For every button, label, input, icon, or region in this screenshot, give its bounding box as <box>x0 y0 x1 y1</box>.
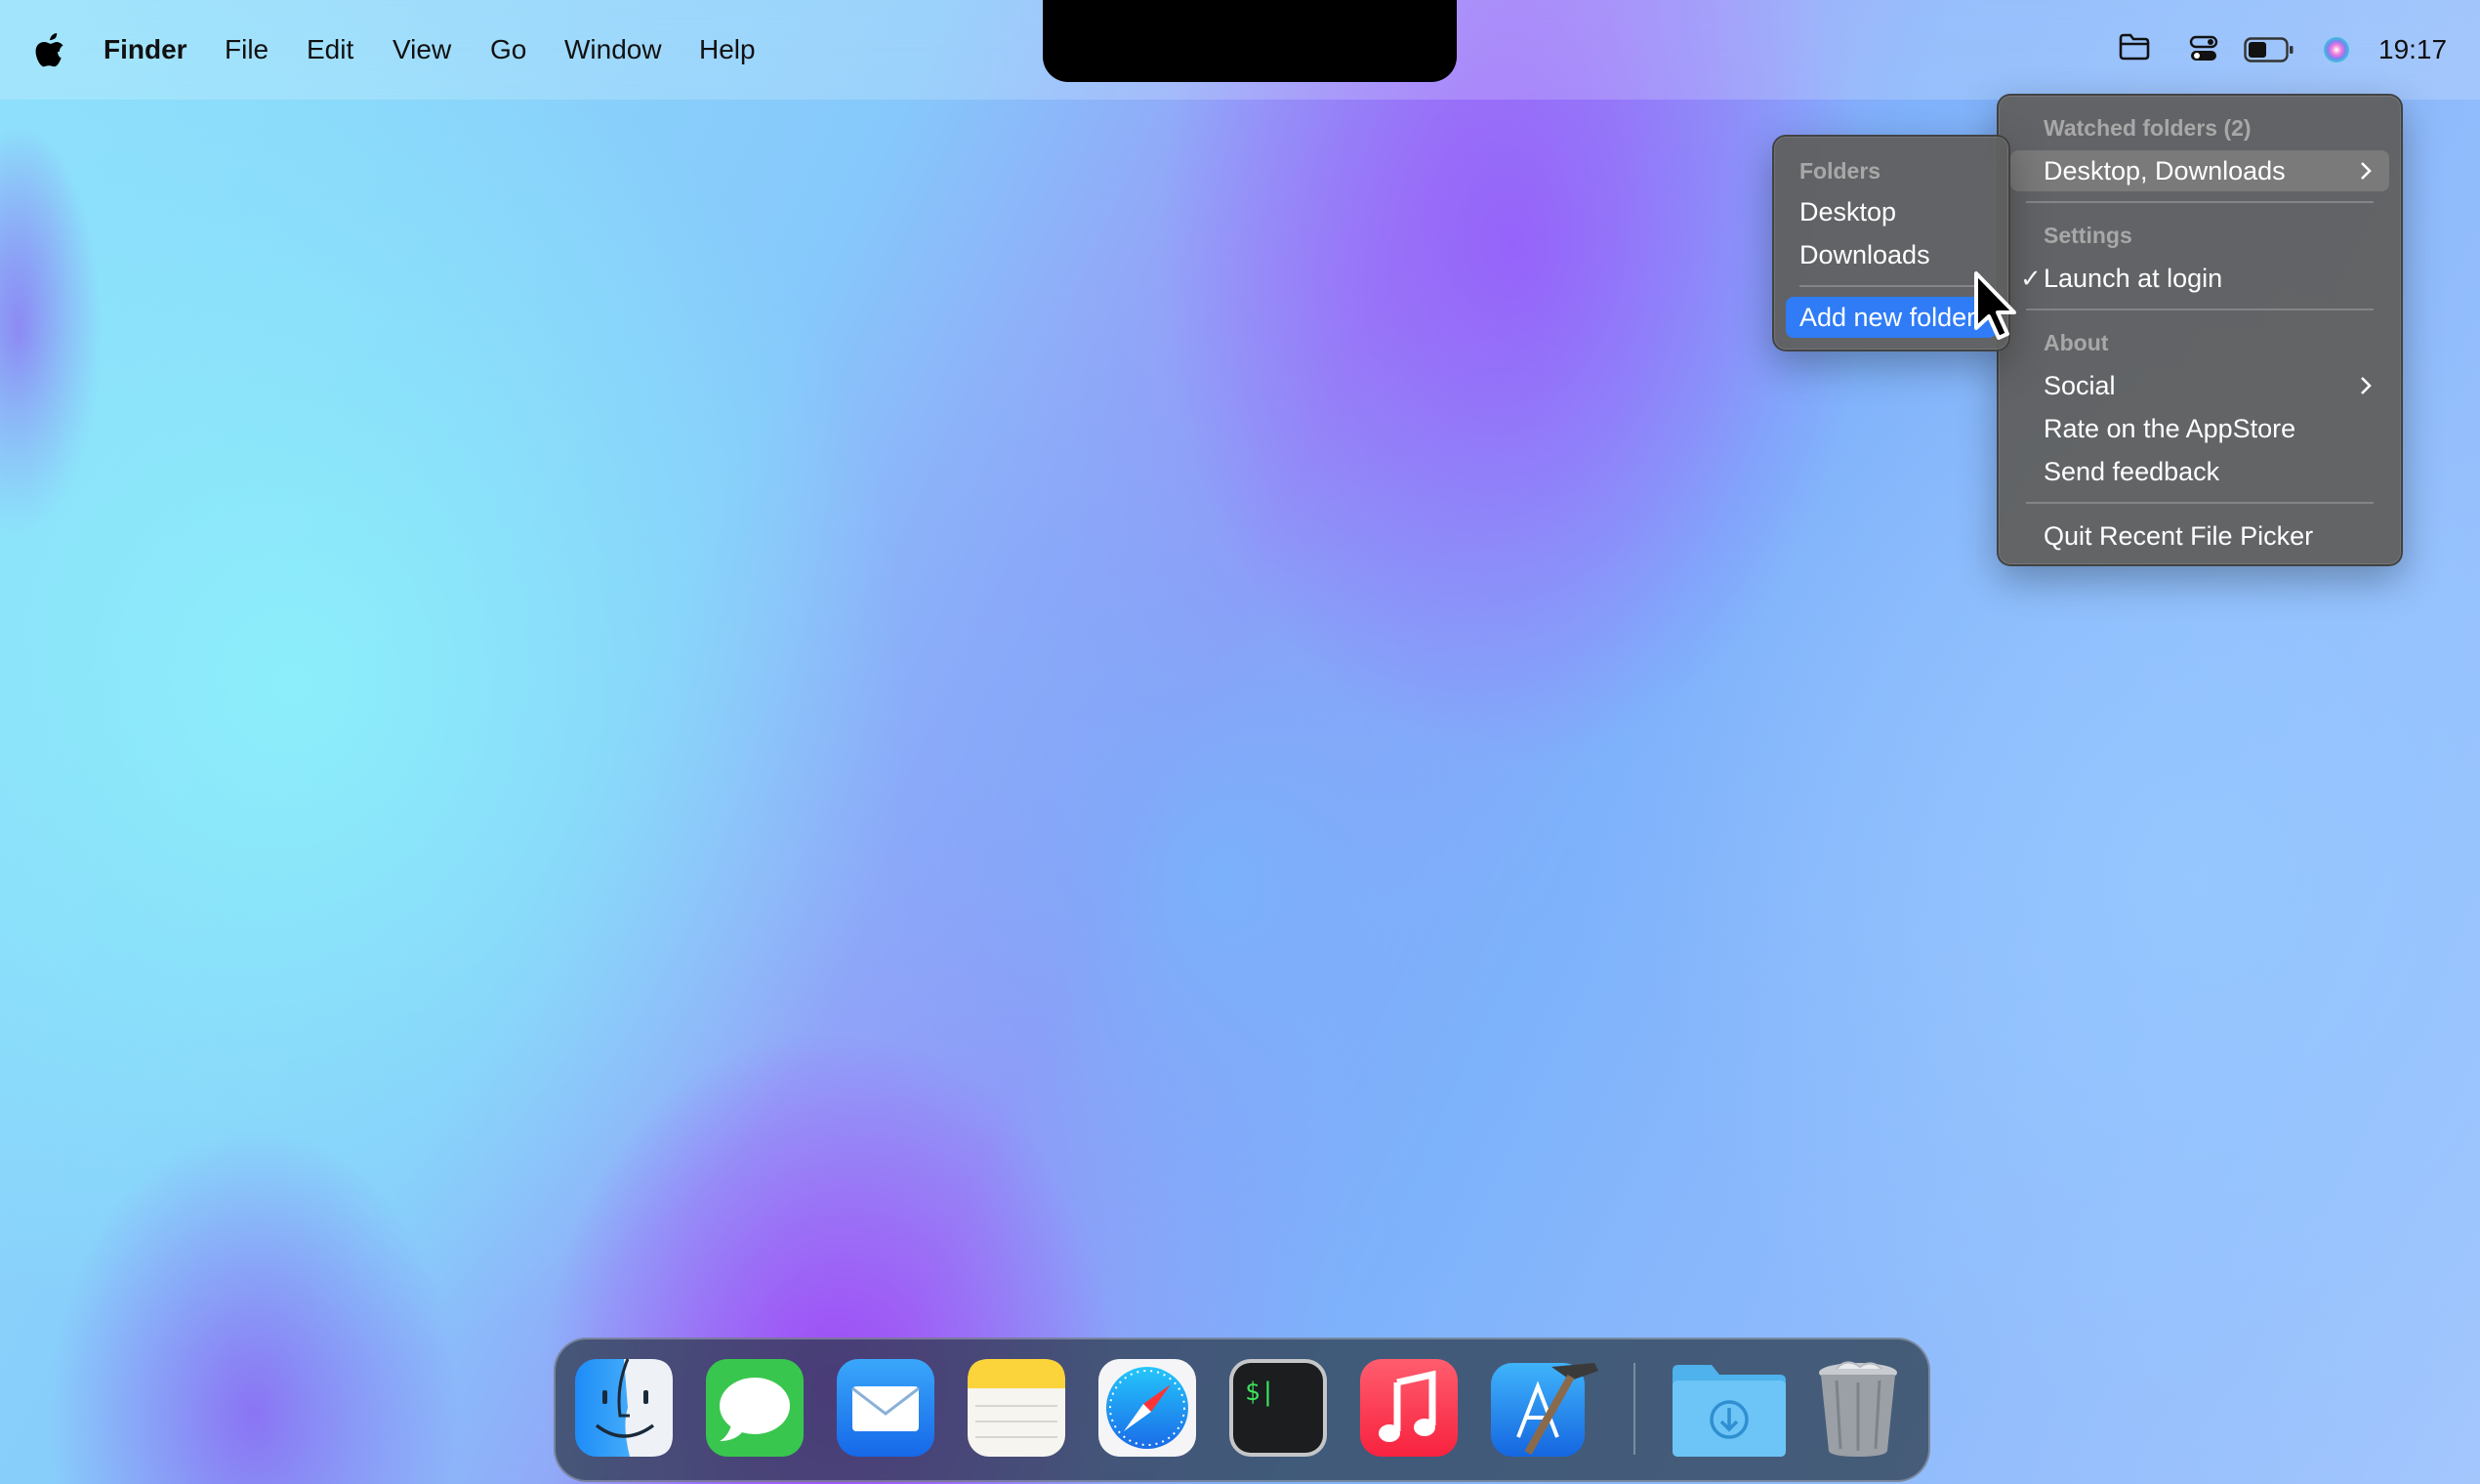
camera-notch <box>1043 0 1457 82</box>
send-feedback-label: Send feedback <box>2044 457 2220 486</box>
folder-item-desktop[interactable]: Desktop <box>1786 191 1997 232</box>
menu-view[interactable]: View <box>393 0 451 100</box>
about-header: About <box>2044 330 2109 355</box>
rate-appstore-label: Rate on the AppStore <box>2044 414 2296 443</box>
social-label: Social <box>2044 371 2116 400</box>
messages-app-icon[interactable] <box>704 1357 806 1459</box>
battery-icon[interactable] <box>2244 37 2294 62</box>
watched-folders-item[interactable]: Desktop, Downloads <box>2010 150 2389 191</box>
folder-item-downloads[interactable]: Downloads <box>1786 234 1997 275</box>
safari-app-icon[interactable] <box>1096 1357 1198 1459</box>
terminal-prompt: $| <box>1245 1378 1275 1407</box>
menu-edit[interactable]: Edit <box>307 0 353 100</box>
chevron-right-icon <box>2361 377 2372 394</box>
trash-icon[interactable] <box>1807 1357 1909 1459</box>
music-app-icon[interactable] <box>1358 1357 1460 1459</box>
quit-label: Quit Recent File Picker <box>2044 521 2314 551</box>
downloads-folder-icon[interactable] <box>1669 1357 1790 1459</box>
chevron-right-icon <box>2361 162 2372 180</box>
menu-separator <box>1799 285 1983 287</box>
launch-at-login-label: Launch at login <box>2044 264 2223 293</box>
menu-file[interactable]: File <box>225 0 269 100</box>
menu-help[interactable]: Help <box>699 0 756 100</box>
menu-separator <box>2026 502 2374 504</box>
menu-separator <box>2026 309 2374 310</box>
watched-folders-label: Desktop, Downloads <box>2044 156 2286 186</box>
mouse-cursor-icon <box>1974 271 2016 340</box>
recent-file-picker-menu: Watched folders (2) Desktop, Downloads S… <box>1997 94 2403 566</box>
notes-app-icon[interactable] <box>966 1357 1067 1459</box>
launch-at-login-item[interactable]: ✓ Launch at login <box>2010 258 2389 299</box>
folder-desktop-label: Desktop <box>1799 197 1897 227</box>
watched-folders-header: Watched folders (2) <box>2044 115 2252 141</box>
checkmark-icon: ✓ <box>2020 264 2042 293</box>
menu-bar: Finder File Edit View Go Window Help 19:… <box>0 0 2480 100</box>
apple-logo-icon[interactable] <box>33 33 66 68</box>
folders-header: Folders <box>1799 158 1881 184</box>
terminal-app-icon[interactable]: $| <box>1227 1357 1329 1459</box>
quit-item[interactable]: Quit Recent File Picker <box>2010 515 2389 556</box>
send-feedback-item[interactable]: Send feedback <box>2010 451 2389 492</box>
menu-go[interactable]: Go <box>490 0 526 100</box>
dock-divider <box>1633 1363 1635 1455</box>
folder-icon[interactable] <box>2119 33 2150 61</box>
siri-icon[interactable] <box>2322 35 2351 64</box>
folder-downloads-label: Downloads <box>1799 240 1930 269</box>
settings-header: Settings <box>2044 223 2132 248</box>
dock: $| <box>554 1338 1930 1482</box>
xcode-app-icon[interactable] <box>1489 1357 1606 1459</box>
add-new-folder-item[interactable]: Add new folder <box>1786 297 1997 338</box>
clock[interactable]: 19:17 <box>2378 0 2447 100</box>
control-center-icon[interactable] <box>2189 35 2218 62</box>
social-item[interactable]: Social <box>2010 365 2389 406</box>
menu-app-finder[interactable]: Finder <box>103 0 187 100</box>
rate-appstore-item[interactable]: Rate on the AppStore <box>2010 408 2389 449</box>
add-new-folder-label: Add new folder <box>1799 303 1976 332</box>
menu-window[interactable]: Window <box>564 0 662 100</box>
mail-app-icon[interactable] <box>835 1357 936 1459</box>
finder-app-icon[interactable] <box>573 1357 675 1459</box>
menu-separator <box>2026 201 2374 203</box>
